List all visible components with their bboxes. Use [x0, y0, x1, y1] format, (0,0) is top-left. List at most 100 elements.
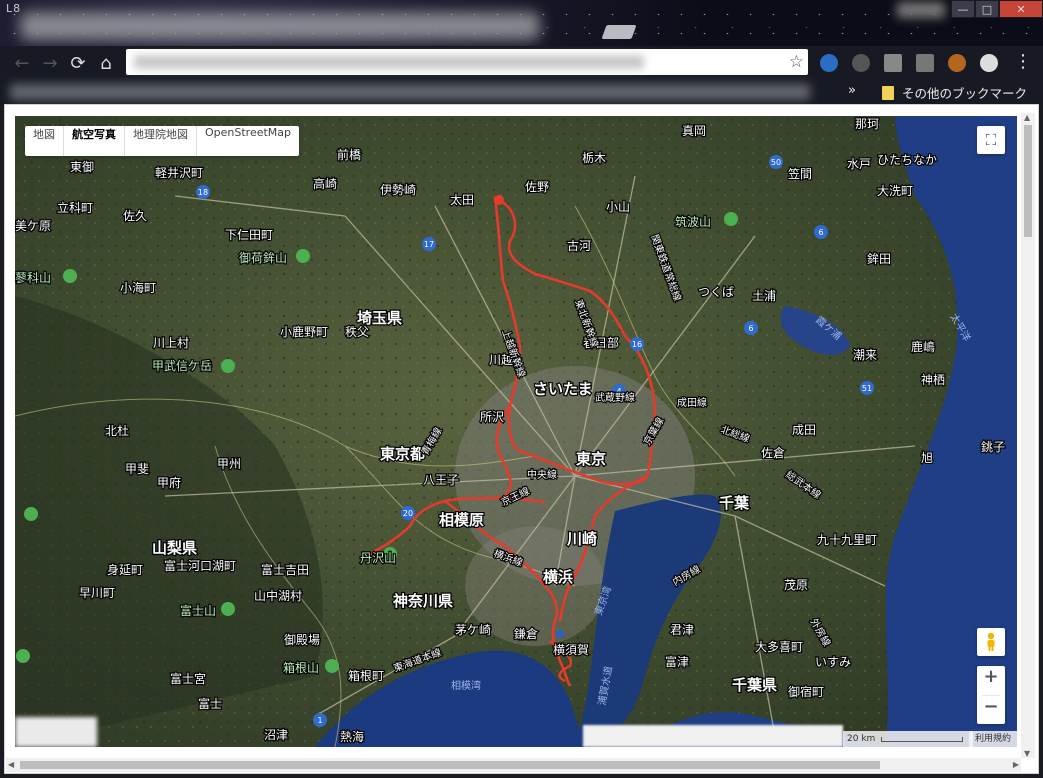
vertical-scrollbar[interactable]: ▲ ▼	[1021, 113, 1035, 758]
minimize-button[interactable]: —	[951, 0, 975, 18]
maximize-button[interactable]: □	[975, 0, 999, 18]
label-isumi: いすみ	[815, 655, 851, 669]
zoom-in-button[interactable]: +	[977, 666, 1005, 695]
scroll-right-icon[interactable]: ▶	[1013, 760, 1019, 769]
scroll-up-icon[interactable]: ▲	[1024, 113, 1030, 122]
url-text	[134, 55, 644, 69]
label-mobara: 茂原	[784, 578, 808, 592]
label-karuizawa: 軽井沢町	[155, 166, 203, 180]
label-tsukuba: つくば	[698, 285, 734, 299]
label-sano: 佐野	[525, 180, 549, 194]
label-mt-tanzawa: 丹沢山	[360, 551, 396, 565]
label-yokosuka: 横須賀	[553, 643, 589, 657]
back-button[interactable]: ←	[10, 51, 34, 75]
app-mark: L8	[6, 2, 22, 15]
address-bar[interactable]: ☆	[126, 49, 808, 75]
label-onjuku: 御宿町	[788, 684, 824, 699]
label-chiba-pref: 千葉県	[732, 676, 777, 694]
label-sakura: 佐倉	[761, 445, 785, 460]
browser-toolbar: ← → ⟳ ⌂ ☆ ⋮	[0, 46, 1043, 80]
map-type-satellite[interactable]: 航空写真	[64, 126, 125, 156]
label-mt-mikabo: 御荷鉾山	[239, 250, 287, 265]
label-kai: 甲斐	[125, 462, 149, 476]
label-isesaki: 伊勢崎	[380, 182, 416, 197]
label-fujiyoshida: 富士吉田	[261, 562, 309, 577]
label-ogano: 小鹿野町	[280, 324, 328, 339]
route-shield-16: 16	[632, 340, 642, 349]
title-bar: L8 — □ ✕	[0, 0, 1043, 46]
route-shield-18: 18	[198, 188, 208, 197]
zoom-out-button[interactable]: −	[977, 696, 1005, 725]
map-type-osm[interactable]: OpenStreetMap	[197, 126, 299, 156]
label-fujikawaguchiko: 富士河口湖町	[164, 558, 236, 573]
label-saku: 佐久	[123, 209, 147, 223]
new-tab-button[interactable]	[601, 25, 637, 39]
label-oarai: 大洗町	[877, 184, 913, 198]
forward-button[interactable]: →	[38, 51, 62, 75]
label-gotemba: 御殿場	[284, 632, 320, 647]
scale-line	[881, 736, 964, 742]
label-numazu: 沼津	[264, 728, 288, 742]
route-shield-20: 20	[403, 509, 413, 518]
label-narita: 成田	[792, 423, 816, 437]
label-mt-kobushi: 甲武信ケ岳	[152, 359, 212, 373]
profile-button[interactable]	[897, 2, 945, 18]
label-shimonita: 下仁田町	[225, 228, 273, 242]
scroll-down-icon[interactable]: ▼	[1024, 749, 1030, 758]
label-choshi: 銚子	[981, 439, 1005, 454]
other-bookmarks-button[interactable]: その他のブックマーク	[882, 83, 1027, 102]
extension-avatar-icon[interactable]	[948, 54, 966, 72]
map-type-map[interactable]: 地図	[25, 126, 64, 156]
label-hokuto: 北杜	[105, 423, 129, 438]
label-utsukushigahara: 美ケ原	[15, 219, 51, 233]
horizontal-scrollbar[interactable]: ◀ ▶	[6, 758, 1021, 772]
label-itako: 潮来	[853, 347, 877, 362]
vertical-scroll-thumb[interactable]	[1024, 125, 1032, 237]
route-shield-1: 1	[317, 716, 322, 725]
scroll-left-icon[interactable]: ◀	[8, 760, 14, 769]
terms-link[interactable]: 利用規約	[968, 731, 1017, 747]
zoom-control: + −	[977, 666, 1005, 724]
horizontal-scroll-thumb[interactable]	[20, 761, 880, 769]
label-asahi: 旭	[921, 451, 933, 465]
map-type-gsi[interactable]: 地理院地図	[125, 126, 197, 156]
bookmarks-more-button[interactable]: »	[848, 83, 856, 98]
label-tokorozawa: 所沢	[480, 410, 504, 424]
label-hitachinaka: ひたちなか	[877, 153, 937, 167]
route-shield-17: 17	[424, 240, 434, 249]
street-view-pegman[interactable]	[977, 628, 1005, 656]
menu-icon[interactable]: ⋮	[1014, 51, 1032, 72]
google-logo[interactable]	[15, 717, 97, 747]
label-kawakami: 川上村	[153, 336, 189, 350]
label-koumi: 小海町	[120, 280, 156, 295]
close-button[interactable]: ✕	[999, 0, 1043, 18]
extension-grid-icon[interactable]	[884, 54, 902, 72]
extension-gauge-icon[interactable]	[980, 54, 998, 72]
extension-square-icon[interactable]	[916, 54, 934, 72]
label-kanagawa-pref: 神奈川県	[393, 592, 453, 610]
label-chichibu: 秩父	[345, 325, 369, 339]
map-canvas[interactable]: 18 17 4 16 20 50 6 51 1 6 埼玉県 東京都 神奈川県 山…	[15, 116, 1017, 747]
route-end-marker	[556, 630, 564, 638]
bookmark-star-icon[interactable]: ☆	[789, 52, 804, 72]
route-shield-6b: 6	[818, 228, 823, 237]
fullscreen-button[interactable]: ⛶	[977, 126, 1005, 154]
browser-tab[interactable]	[20, 12, 540, 40]
extension-circle-icon[interactable]	[852, 54, 870, 72]
label-hokota: 鉾田	[867, 251, 891, 266]
label-tsuchiura: 土浦	[752, 289, 776, 303]
label-yokohama: 横浜	[543, 568, 573, 586]
label-mt-tsukuba: 筑波山	[675, 214, 711, 229]
scale-bar[interactable]: 20 km	[843, 731, 974, 747]
extension-e-icon[interactable]	[820, 54, 838, 72]
bookmark-items[interactable]	[10, 84, 810, 100]
home-button[interactable]: ⌂	[94, 51, 118, 75]
label-takasaki: 高崎	[313, 176, 337, 191]
label-mooka: 真岡	[682, 124, 706, 138]
label-tomi: 東御	[70, 159, 94, 174]
reload-button[interactable]: ⟳	[66, 51, 90, 75]
map-attribution	[583, 725, 843, 747]
label-hayakawa: 早川町	[79, 586, 115, 600]
label-kasama: 笠間	[788, 166, 812, 181]
label-hakone: 箱根町	[348, 668, 384, 683]
